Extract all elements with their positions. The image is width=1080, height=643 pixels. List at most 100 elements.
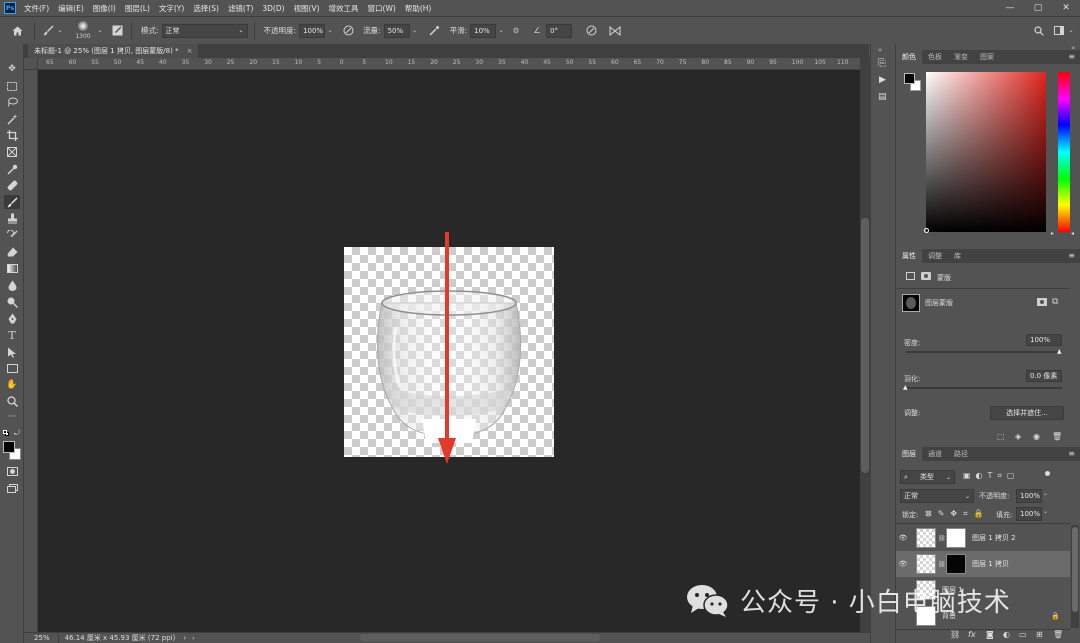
link-mask-icon[interactable]: ⧉	[1052, 297, 1058, 307]
pressure-opacity-icon[interactable]	[339, 25, 357, 36]
delete-mask-icon[interactable]: 🗑	[1052, 432, 1062, 441]
color-saturation-field[interactable]	[926, 72, 1046, 232]
hue-slider-handle-left[interactable]: ▸	[1051, 230, 1054, 237]
menu-plugins[interactable]: 增效工具	[329, 3, 359, 14]
layer-mask-thumbnail[interactable]	[946, 528, 966, 548]
new-group-icon[interactable]: ▭	[1019, 630, 1027, 639]
layer-style-fx-icon[interactable]: fx	[968, 630, 976, 639]
menu-help[interactable]: 帮助(H)	[405, 3, 432, 14]
foreground-color-swatch[interactable]	[3, 441, 15, 453]
menu-layer[interactable]: 图层(L)	[125, 3, 150, 14]
quick-mask-icon[interactable]	[4, 464, 20, 478]
layer-filter-select[interactable]: ⌕ 类型 ⌄	[900, 470, 955, 484]
tab-libraries[interactable]: 库	[948, 249, 967, 263]
load-selection-icon[interactable]: ⬚	[997, 432, 1005, 441]
history-panel-icon[interactable]: ⎘	[878, 58, 886, 69]
opacity-input[interactable]: 100%	[299, 23, 326, 38]
path-selection-tool-icon[interactable]	[4, 345, 20, 359]
magic-wand-tool-icon[interactable]	[4, 112, 20, 126]
mask-link-icon[interactable]: ⛓	[938, 535, 946, 542]
fill-dropdown[interactable]: ⌄	[1043, 508, 1048, 515]
flow-input[interactable]: 50%	[383, 23, 410, 38]
vector-mask-icon[interactable]	[921, 272, 931, 280]
brush-settings-panel-icon[interactable]	[109, 25, 125, 36]
tab-swatches[interactable]: 色板	[922, 50, 948, 64]
select-and-mask-button[interactable]: 选择并遮住...	[990, 406, 1064, 420]
default-colors-icon[interactable]	[3, 430, 10, 437]
tab-patterns[interactable]: 图案	[974, 50, 1000, 64]
brush-preset-picker[interactable]: 1300	[71, 18, 95, 44]
menu-select[interactable]: 选择(S)	[193, 3, 219, 14]
marquee-tool-icon[interactable]	[4, 79, 20, 93]
more-tools-icon[interactable]: ···	[4, 410, 20, 424]
pressure-size-icon[interactable]	[582, 25, 600, 36]
add-mask-icon[interactable]: ◙	[986, 630, 994, 639]
chevron-left-icon[interactable]: ‹	[192, 635, 194, 642]
angle-input[interactable]: 0°	[546, 23, 573, 38]
tab-properties[interactable]: 属性	[896, 249, 922, 263]
flow-dropdown[interactable]: ⌄	[410, 24, 420, 38]
screen-mode-icon[interactable]	[4, 481, 20, 495]
rectangle-tool-icon[interactable]	[4, 361, 20, 375]
visibility-eye-icon[interactable]: ◉	[1033, 432, 1040, 441]
zoom-tool-icon[interactable]	[4, 394, 20, 408]
status-menu-arrow[interactable]: ›	[183, 634, 186, 642]
blend-mode-select[interactable]: 正常 ⌄	[900, 489, 974, 503]
actions-play-icon[interactable]: ▶	[879, 75, 886, 85]
fill-input[interactable]: 100%	[1016, 507, 1042, 521]
history-brush-tool-icon[interactable]	[4, 228, 20, 242]
layer-name[interactable]: 图层 1 拷贝 2	[972, 533, 1016, 543]
workspace-icon[interactable]	[1052, 26, 1066, 35]
tab-color[interactable]: 颜色	[896, 50, 922, 64]
smoothing-dropdown[interactable]: ⌄	[496, 24, 506, 38]
vertical-scrollbar-thumb[interactable]	[861, 218, 869, 473]
mode-select[interactable]: 正常 ⌄	[161, 23, 248, 38]
pixel-mask-icon[interactable]	[906, 272, 915, 280]
close-tab-icon[interactable]: ×	[187, 47, 193, 55]
feather-input[interactable]: 0.0 像素	[1026, 370, 1062, 382]
layer-mask-thumbnail[interactable]	[946, 554, 966, 574]
frame-tool-icon[interactable]	[4, 145, 20, 159]
layer-filter-icons[interactable]: ▣◐T⌗▢	[963, 471, 1020, 481]
horizontal-scrollbar-thumb[interactable]	[360, 634, 600, 641]
panel-menu-icon[interactable]: ≡	[1068, 449, 1075, 458]
opacity-dropdown[interactable]: ⌄	[325, 24, 335, 38]
eyedropper-tool-icon[interactable]	[4, 162, 20, 176]
spot-healing-tool-icon[interactable]	[4, 178, 20, 192]
mask-link-icon[interactable]: ⛓	[938, 561, 946, 568]
hue-slider[interactable]	[1058, 72, 1070, 232]
layer-row[interactable]: 👁 ⛓ 图层 1 拷贝 2	[896, 525, 1070, 551]
layer-row-selected[interactable]: 👁 ⛓ 图层 1 拷贝	[896, 551, 1070, 577]
menu-edit[interactable]: 编辑(E)	[58, 3, 84, 14]
apply-mask-icon[interactable]: ◈	[1015, 432, 1021, 441]
eraser-tool-icon[interactable]	[4, 245, 20, 259]
symmetry-butterfly-icon[interactable]	[606, 25, 624, 36]
brush-tool-icon[interactable]	[41, 25, 55, 36]
tab-gradients[interactable]: 渐变	[948, 50, 974, 64]
home-icon[interactable]	[6, 26, 28, 36]
panel-menu-icon[interactable]: ≡	[1068, 251, 1075, 260]
search-icon[interactable]	[1032, 25, 1046, 36]
tool-preset-dropdown[interactable]: ⌄	[55, 24, 65, 38]
airbrush-icon[interactable]	[426, 25, 444, 36]
pen-tool-icon[interactable]	[4, 311, 20, 325]
menu-view[interactable]: 视图(V)	[294, 3, 320, 14]
density-slider-handle[interactable]: ▲	[1057, 348, 1062, 355]
zoom-level[interactable]: 25%	[34, 634, 50, 642]
feather-slider[interactable]	[906, 387, 1062, 389]
clone-stamp-tool-icon[interactable]	[4, 211, 20, 225]
minimize-button[interactable]: —	[996, 0, 1024, 16]
visibility-eye-icon[interactable]: 👁	[896, 560, 910, 568]
type-tool-icon[interactable]: T	[4, 328, 20, 342]
adjustment-layer-icon[interactable]: ◐	[1003, 630, 1010, 639]
layers-scrollbar-thumb[interactable]	[1072, 527, 1078, 612]
swap-colors-icon[interactable]: ⤾	[14, 429, 20, 438]
maximize-button[interactable]: ▢	[1024, 0, 1052, 16]
new-layer-icon[interactable]: ⊞	[1036, 630, 1043, 639]
tab-paths[interactable]: 路径	[948, 447, 974, 461]
mask-toggle-icon[interactable]	[1037, 298, 1047, 306]
menu-type[interactable]: 文字(Y)	[159, 3, 184, 14]
smoothing-input[interactable]: 10%	[470, 23, 497, 38]
crop-tool-icon[interactable]	[4, 128, 20, 142]
move-tool-icon[interactable]: ✥	[4, 62, 20, 76]
